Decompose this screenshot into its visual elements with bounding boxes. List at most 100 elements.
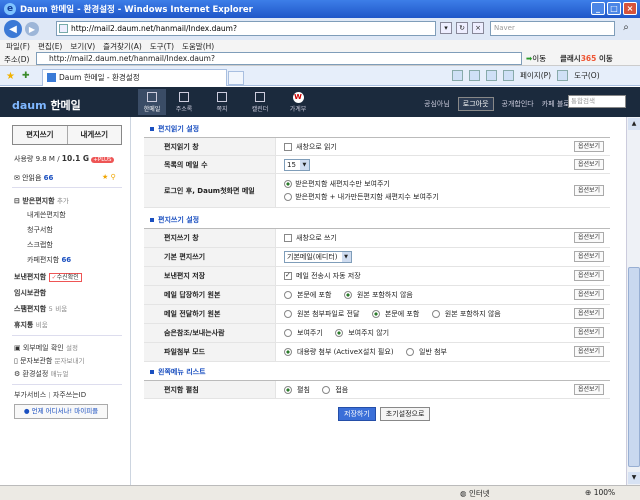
expand-radio[interactable] xyxy=(284,385,292,394)
minimize-button[interactable]: _ xyxy=(591,2,605,15)
add-favorite-icon[interactable]: ✚ xyxy=(22,71,30,81)
star-icon[interactable]: ★ ⚲ xyxy=(102,173,122,181)
nav-calendar[interactable]: 캘린더 xyxy=(246,89,274,115)
daum-search-input[interactable]: 통합검색 xyxy=(568,95,626,108)
empty-spam-link[interactable]: 비움 xyxy=(55,305,67,313)
home-icon[interactable] xyxy=(452,70,463,81)
list-count-select[interactable]: 15 ▼ xyxy=(284,158,310,171)
unread-count[interactable]: ✉ 안읽음 66 ★ ⚲ xyxy=(14,173,116,183)
search-icon[interactable]: ⌕ xyxy=(618,21,634,36)
folder-spam[interactable]: 스팸편지함 5 비움 xyxy=(14,303,67,314)
menu-edit[interactable]: 편집(E) xyxy=(38,41,62,52)
extra-services[interactable]: 부가서비스 | 자주쓰는ID xyxy=(14,390,86,400)
logout-button[interactable]: 로그아웃 xyxy=(457,97,494,111)
inbox-only-radio[interactable] xyxy=(284,180,292,188)
write-to-self-button[interactable]: 내게쓰기 xyxy=(67,126,121,144)
folder-self[interactable]: 내게쓴편지함 xyxy=(27,210,66,220)
reply-exclude-radio[interactable] xyxy=(343,291,352,299)
settings-link[interactable]: ⚙ 환경설정 매뉴얼 xyxy=(14,368,68,379)
back-button[interactable]: ◀ xyxy=(4,20,22,38)
folder-bills[interactable]: 청구서함 xyxy=(27,225,53,235)
address-input[interactable]: http://mail2.daum.net/hanmail/Index.daum… xyxy=(36,52,522,65)
page-menu[interactable]: 페이지(P) xyxy=(520,70,551,81)
go-button[interactable]: ➡이동 xyxy=(526,53,546,64)
zoom-level[interactable]: ⊕ 100% xyxy=(585,488,615,497)
default-write-select[interactable]: 기본메일(에디터) ▼ xyxy=(284,251,352,263)
nav-mail[interactable]: 한메일 xyxy=(138,89,166,115)
menu-file[interactable]: 파일(F) xyxy=(6,41,30,52)
reset-button[interactable]: 초기설정으로 xyxy=(379,407,431,421)
daum-logo[interactable]: daum 한메일 xyxy=(12,97,81,113)
new-window-write-checkbox[interactable] xyxy=(284,234,292,242)
faq-link[interactable]: 자주쓰는ID xyxy=(53,391,86,399)
compose-button[interactable]: 편지쓰기 xyxy=(13,126,68,144)
save-button[interactable]: 저장하기 xyxy=(338,407,376,421)
close-button[interactable]: × xyxy=(623,2,637,15)
toolbar-brand-link[interactable]: 클래시365 이동 xyxy=(560,53,613,64)
external-mail-check[interactable]: ▣ 외부메일 확인 설정 xyxy=(14,342,78,353)
manual-link[interactable]: 매뉴얼 xyxy=(51,370,69,378)
empty-trash-link[interactable]: 비움 xyxy=(36,321,48,329)
browser-search-input[interactable]: Naver xyxy=(490,21,615,36)
forward-exclude-radio[interactable] xyxy=(431,310,440,318)
help-button[interactable]: 옵션보기 xyxy=(574,184,604,196)
mypeople-banner[interactable]: ● 언제 어디서나! 마이피플 xyxy=(14,404,108,419)
bcc-show-radio[interactable] xyxy=(284,329,292,337)
help-button[interactable]: 옵션보기 xyxy=(574,308,604,319)
help-button[interactable]: 옵션보기 xyxy=(574,270,604,281)
help-button[interactable]: 옵션보기 xyxy=(574,327,604,338)
attach-normal-radio[interactable] xyxy=(406,348,414,356)
help-button[interactable]: 옵션보기 xyxy=(574,346,604,357)
plus-badge[interactable]: +PLUS xyxy=(91,157,114,163)
auto-save-checkbox[interactable] xyxy=(284,272,292,280)
menu-tools[interactable]: 도구(T) xyxy=(150,41,174,52)
folder-scrap[interactable]: 스크랩함 xyxy=(27,240,53,250)
help-button[interactable]: 옵션보기 xyxy=(574,158,604,170)
forward-button[interactable]: ▶ xyxy=(25,22,39,36)
forward-include-radio[interactable] xyxy=(371,310,380,318)
new-tab-button[interactable] xyxy=(228,71,244,85)
new-window-read-checkbox[interactable] xyxy=(284,142,292,151)
help-button[interactable]: 옵션보기 xyxy=(574,251,604,262)
print-icon[interactable] xyxy=(486,70,497,81)
read-receipt-button[interactable]: ✓수신확인 xyxy=(48,273,82,282)
folder-drafts[interactable]: 임시보관함 xyxy=(14,288,46,298)
nav-notes[interactable]: 쪽지 xyxy=(208,89,236,115)
scroll-down-icon[interactable]: ▼ xyxy=(628,472,640,484)
tools-menu[interactable]: 도구(O) xyxy=(574,70,600,81)
url-bar[interactable]: http://mail2.daum.net/hanmail/Index.daum… xyxy=(56,21,436,36)
help-button[interactable]: 옵션보기 xyxy=(574,289,604,300)
reply-include-radio[interactable] xyxy=(284,291,292,299)
scroll-up-icon[interactable]: ▲ xyxy=(628,118,640,130)
external-mail-settings-link[interactable]: 설정 xyxy=(66,344,78,352)
tab-daum-settings[interactable]: Daum 한메일 - 환경설정 xyxy=(42,69,227,86)
inbox-plus-radio[interactable] xyxy=(284,193,292,201)
help-button[interactable]: 옵션보기 xyxy=(574,383,604,395)
scroll-thumb[interactable] xyxy=(628,267,640,467)
folder-cafe[interactable]: 카페편지함 66 xyxy=(27,255,71,265)
attach-large-radio[interactable] xyxy=(284,348,292,356)
menu-view[interactable]: 보기(V) xyxy=(70,41,95,52)
folder-trash[interactable]: 휴지통 비움 xyxy=(14,319,48,330)
common-link[interactable]: 공심아님 xyxy=(424,99,450,109)
nav-contacts[interactable]: 주소록 xyxy=(170,89,198,115)
menu-help[interactable]: 도움말(H) xyxy=(182,41,214,52)
menu-favorites[interactable]: 즐겨찾기(A) xyxy=(103,41,142,52)
bcc-hide-radio[interactable] xyxy=(335,329,344,337)
collapse-radio[interactable] xyxy=(322,385,331,394)
dropdown-icon[interactable]: ▾ xyxy=(440,22,452,34)
folder-sent[interactable]: 보낸편지함 ✓수신확인 xyxy=(14,272,82,282)
sms-box[interactable]: ▯ 문자보관함 문자보내기 xyxy=(14,355,84,366)
shared-link[interactable]: 공개합인다 xyxy=(502,99,534,109)
stop-icon[interactable]: × xyxy=(472,22,484,34)
refresh-icon[interactable]: ↻ xyxy=(456,22,468,34)
help-button[interactable]: 옵션보기 xyxy=(574,232,604,243)
nav-account[interactable]: W 가계부 xyxy=(284,89,312,115)
folder-inbox[interactable]: ⊟ 받은편지함 추가 xyxy=(14,195,69,206)
send-sms-link[interactable]: 문자보내기 xyxy=(55,357,85,365)
forward-attach-radio[interactable] xyxy=(284,310,292,318)
favorites-star-icon[interactable]: ★ xyxy=(6,71,15,82)
help-button[interactable]: 옵션보기 xyxy=(574,140,604,152)
feeds-icon[interactable] xyxy=(469,70,480,81)
page-scrollbar[interactable]: ▲ ▼ xyxy=(626,117,640,485)
